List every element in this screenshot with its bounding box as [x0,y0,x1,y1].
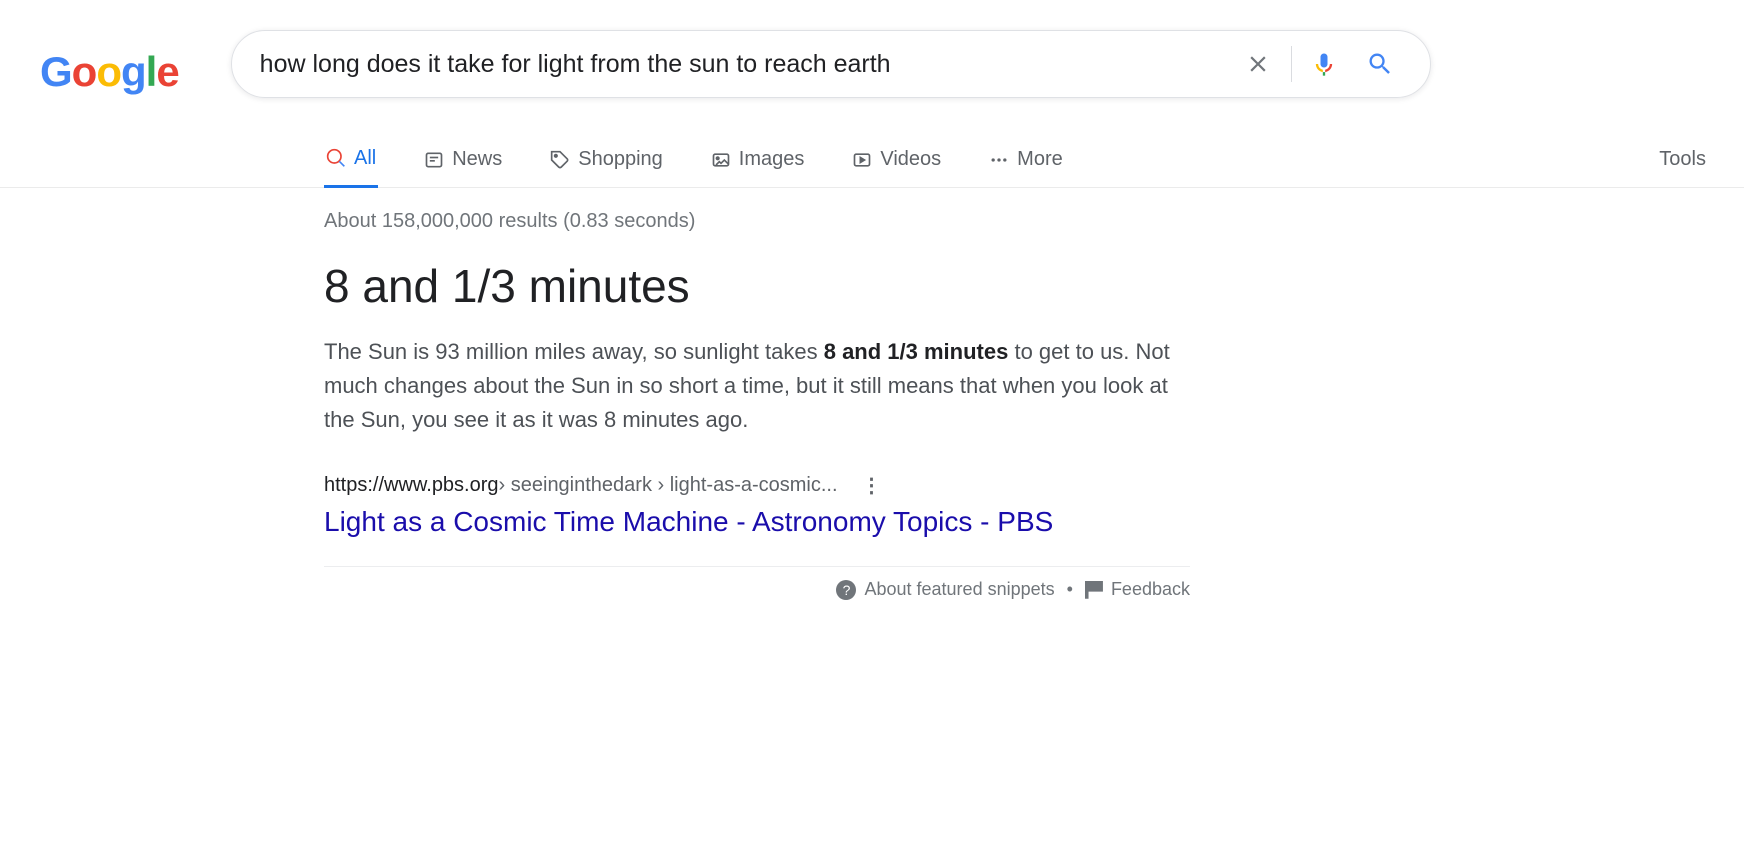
search-bar [231,30,1431,98]
footer-label: Feedback [1111,579,1190,600]
tab-label: More [1017,148,1063,171]
footer-label: About featured snippets [864,579,1054,600]
tab-label: Images [739,148,805,171]
tools-button[interactable]: Tools [1659,148,1706,171]
about-featured-snippets-link[interactable]: ? About featured snippets [836,579,1054,600]
featured-snippet-text: The Sun is 93 million miles away, so sun… [324,335,1190,437]
snippet-footer: ? About featured snippets • Feedback [324,566,1190,600]
result-options-icon[interactable]: ⋮ [862,473,882,498]
tab-all[interactable]: All [324,132,378,188]
tab-more[interactable]: More [987,132,1065,188]
snippet-bold: 8 and 1/3 minutes [824,339,1009,364]
result-title-link[interactable]: Light as a Cosmic Time Machine - Astrono… [324,506,1190,538]
tab-shopping[interactable]: Shopping [548,132,665,188]
cite-domain: https://www.pbs.org [324,474,499,497]
divider [1291,46,1292,82]
google-logo[interactable]: Google [40,48,179,96]
result-cite: https://www.pbs.org › seeinginthedark › … [324,473,1190,498]
featured-answer-heading: 8 and 1/3 minutes [324,259,1190,313]
search-input[interactable] [260,50,1229,79]
mic-icon[interactable] [1296,50,1352,78]
result-stats: About 158,000,000 results (0.83 seconds) [324,210,1190,233]
flag-icon [1085,581,1103,599]
search-icon[interactable] [1352,50,1408,78]
results-content: About 158,000,000 results (0.83 seconds)… [0,210,1190,600]
clear-icon[interactable] [1229,51,1287,77]
tabs-row: All News Shopping Images Videos More Too… [0,132,1744,188]
search-bar-wrap [231,30,1431,98]
tab-images[interactable]: Images [709,132,807,188]
help-icon: ? [836,580,856,600]
tab-label: Shopping [578,148,663,171]
tab-label: News [452,148,502,171]
dot-separator: • [1067,579,1073,600]
header: Google [0,0,1744,98]
tab-label: All [354,147,376,170]
tab-label: Videos [880,148,941,171]
cite-path: › seeinginthedark › light-as-a-cosmic... [499,474,838,497]
snippet-part: The Sun is 93 million miles away, so sun… [324,339,824,364]
feedback-link[interactable]: Feedback [1085,579,1190,600]
tab-videos[interactable]: Videos [850,132,943,188]
tab-news[interactable]: News [422,132,504,188]
